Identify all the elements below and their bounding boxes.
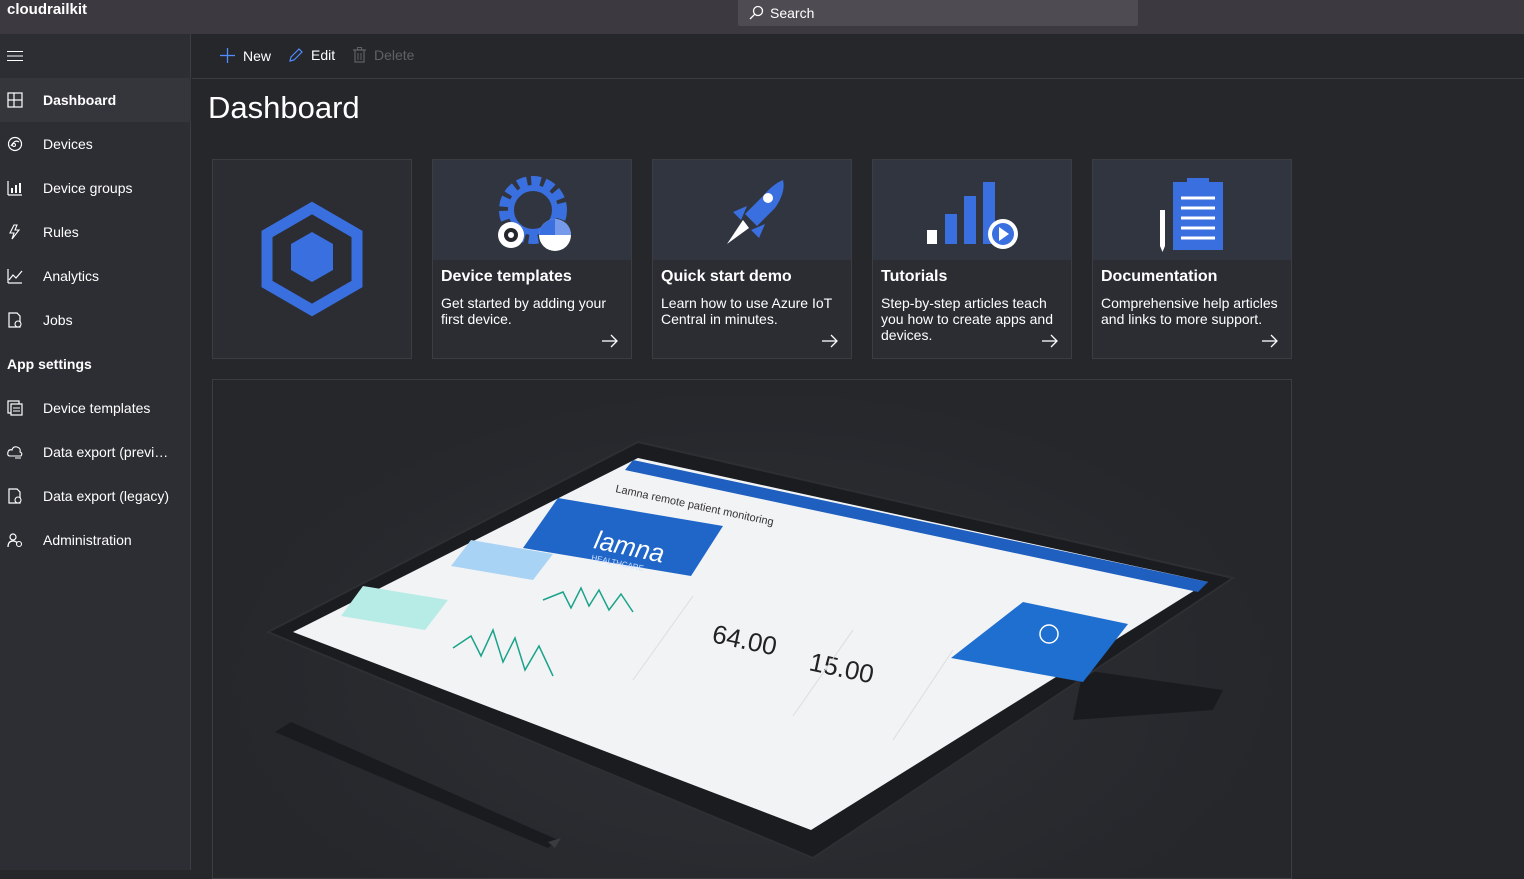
sidebar-item-device-templates[interactable]: Device templates xyxy=(0,386,191,430)
tile-tutorials[interactable]: Tutorials Step-by-step articles teach yo… xyxy=(872,159,1072,359)
sidebar-item-label: Device templates xyxy=(43,400,151,416)
delete-button-label: Delete xyxy=(374,47,415,63)
pencil-icon xyxy=(289,48,303,62)
app-logo-tile xyxy=(212,159,412,359)
device-templates-icon xyxy=(7,400,23,416)
search-icon xyxy=(749,5,764,20)
edit-button-label: Edit xyxy=(311,47,336,63)
sidebar-item-data-export[interactable]: Data export (preview) xyxy=(0,430,191,474)
tile-title: Tutorials xyxy=(881,268,948,285)
tablet-illustration: lamna HEALTHCARE Lamna remote patient mo… xyxy=(265,440,1236,860)
sidebar-item-label: Rules xyxy=(43,224,79,240)
sidebar-item-administration[interactable]: Administration xyxy=(0,518,191,562)
tile-documentation[interactable]: Documentation Comprehensive help article… xyxy=(1092,159,1292,359)
sidebar-item-device-groups[interactable]: Device groups xyxy=(0,166,191,210)
arrow-right-icon[interactable] xyxy=(1041,334,1059,348)
tile-art xyxy=(433,160,631,260)
app-name[interactable]: cloudrailkit xyxy=(7,1,87,18)
document-icon xyxy=(1160,178,1223,252)
data-export-legacy-icon xyxy=(8,488,22,504)
tile-art xyxy=(1093,160,1291,260)
arrow-right-icon[interactable] xyxy=(1261,334,1279,348)
new-button-label: New xyxy=(243,47,272,64)
device-groups-icon xyxy=(7,181,22,196)
arrow-right-icon[interactable] xyxy=(821,334,839,348)
new-button[interactable]: New xyxy=(219,47,271,64)
data-export-icon xyxy=(7,446,23,459)
rocket-icon xyxy=(727,180,784,244)
sidebar-item-jobs[interactable]: Jobs xyxy=(0,298,191,342)
hamburger-menu-icon[interactable] xyxy=(7,50,23,62)
sidebar-item-label: Administration xyxy=(43,532,132,548)
tile-description: Learn how to use Azure IoT Central in mi… xyxy=(661,295,832,327)
sidebar-item-label: Data export (legacy) xyxy=(43,488,170,504)
tile-title: Device templates xyxy=(441,268,572,285)
gears-icon xyxy=(498,176,571,251)
hero-image: lamna HEALTHCARE Lamna remote patient mo… xyxy=(212,379,1292,879)
sidebar-item-rules[interactable]: Rules xyxy=(0,210,191,254)
page-title: Dashboard xyxy=(208,90,360,125)
sidebar-item-analytics[interactable]: Analytics xyxy=(0,254,191,298)
sidebar-item-label: Devices xyxy=(43,136,93,152)
app-logo-icon xyxy=(261,201,363,317)
arrow-right-icon[interactable] xyxy=(601,334,619,348)
command-bar: New Edit Delete xyxy=(192,34,1524,79)
search-box[interactable]: Search xyxy=(738,0,1138,26)
tile-description: Get started by adding your first device. xyxy=(441,295,606,327)
sidebar-item-label: Dashboard xyxy=(43,92,117,108)
tile-title: Quick start demo xyxy=(661,268,792,285)
tile-quick-start-demo[interactable]: Quick start demo Learn how to use Azure … xyxy=(652,159,852,359)
delete-button[interactable]: Delete xyxy=(352,47,414,63)
sidebar: Dashboard Devices Device groups Rules An… xyxy=(0,34,191,870)
devices-icon xyxy=(7,136,23,152)
rules-icon xyxy=(9,224,21,240)
sidebar-item-label: Jobs xyxy=(43,312,73,328)
app-settings-section-label: App settings xyxy=(7,356,92,372)
tile-description: Comprehensive help articles and links to… xyxy=(1101,295,1278,327)
search-placeholder: Search xyxy=(770,5,815,21)
tile-device-templates[interactable]: Device templates Get started by adding y… xyxy=(432,159,632,359)
tile-art xyxy=(873,160,1071,260)
tile-title: Documentation xyxy=(1101,268,1218,285)
sidebar-item-data-export-legacy[interactable]: Data export (legacy) xyxy=(0,474,191,518)
analytics-icon xyxy=(7,269,23,284)
bar-chart-play-icon xyxy=(927,182,1018,249)
sidebar-item-devices[interactable]: Devices xyxy=(0,122,191,166)
jobs-icon xyxy=(8,312,22,328)
sidebar-item-label: Data export (preview) xyxy=(43,444,173,460)
edit-button[interactable]: Edit xyxy=(288,47,335,63)
sidebar-item-dashboard[interactable]: Dashboard xyxy=(0,78,191,122)
sidebar-item-label: Analytics xyxy=(43,268,100,284)
trash-icon xyxy=(353,47,366,63)
administration-icon xyxy=(7,533,23,548)
dashboard-icon xyxy=(7,92,23,108)
sidebar-item-label: Device groups xyxy=(43,180,133,196)
tile-art xyxy=(653,160,851,260)
tile-description: Step-by-step articles teach you how to c… xyxy=(881,295,1054,343)
top-bar: cloudrailkit Search xyxy=(0,0,1524,34)
plus-icon xyxy=(220,48,235,63)
